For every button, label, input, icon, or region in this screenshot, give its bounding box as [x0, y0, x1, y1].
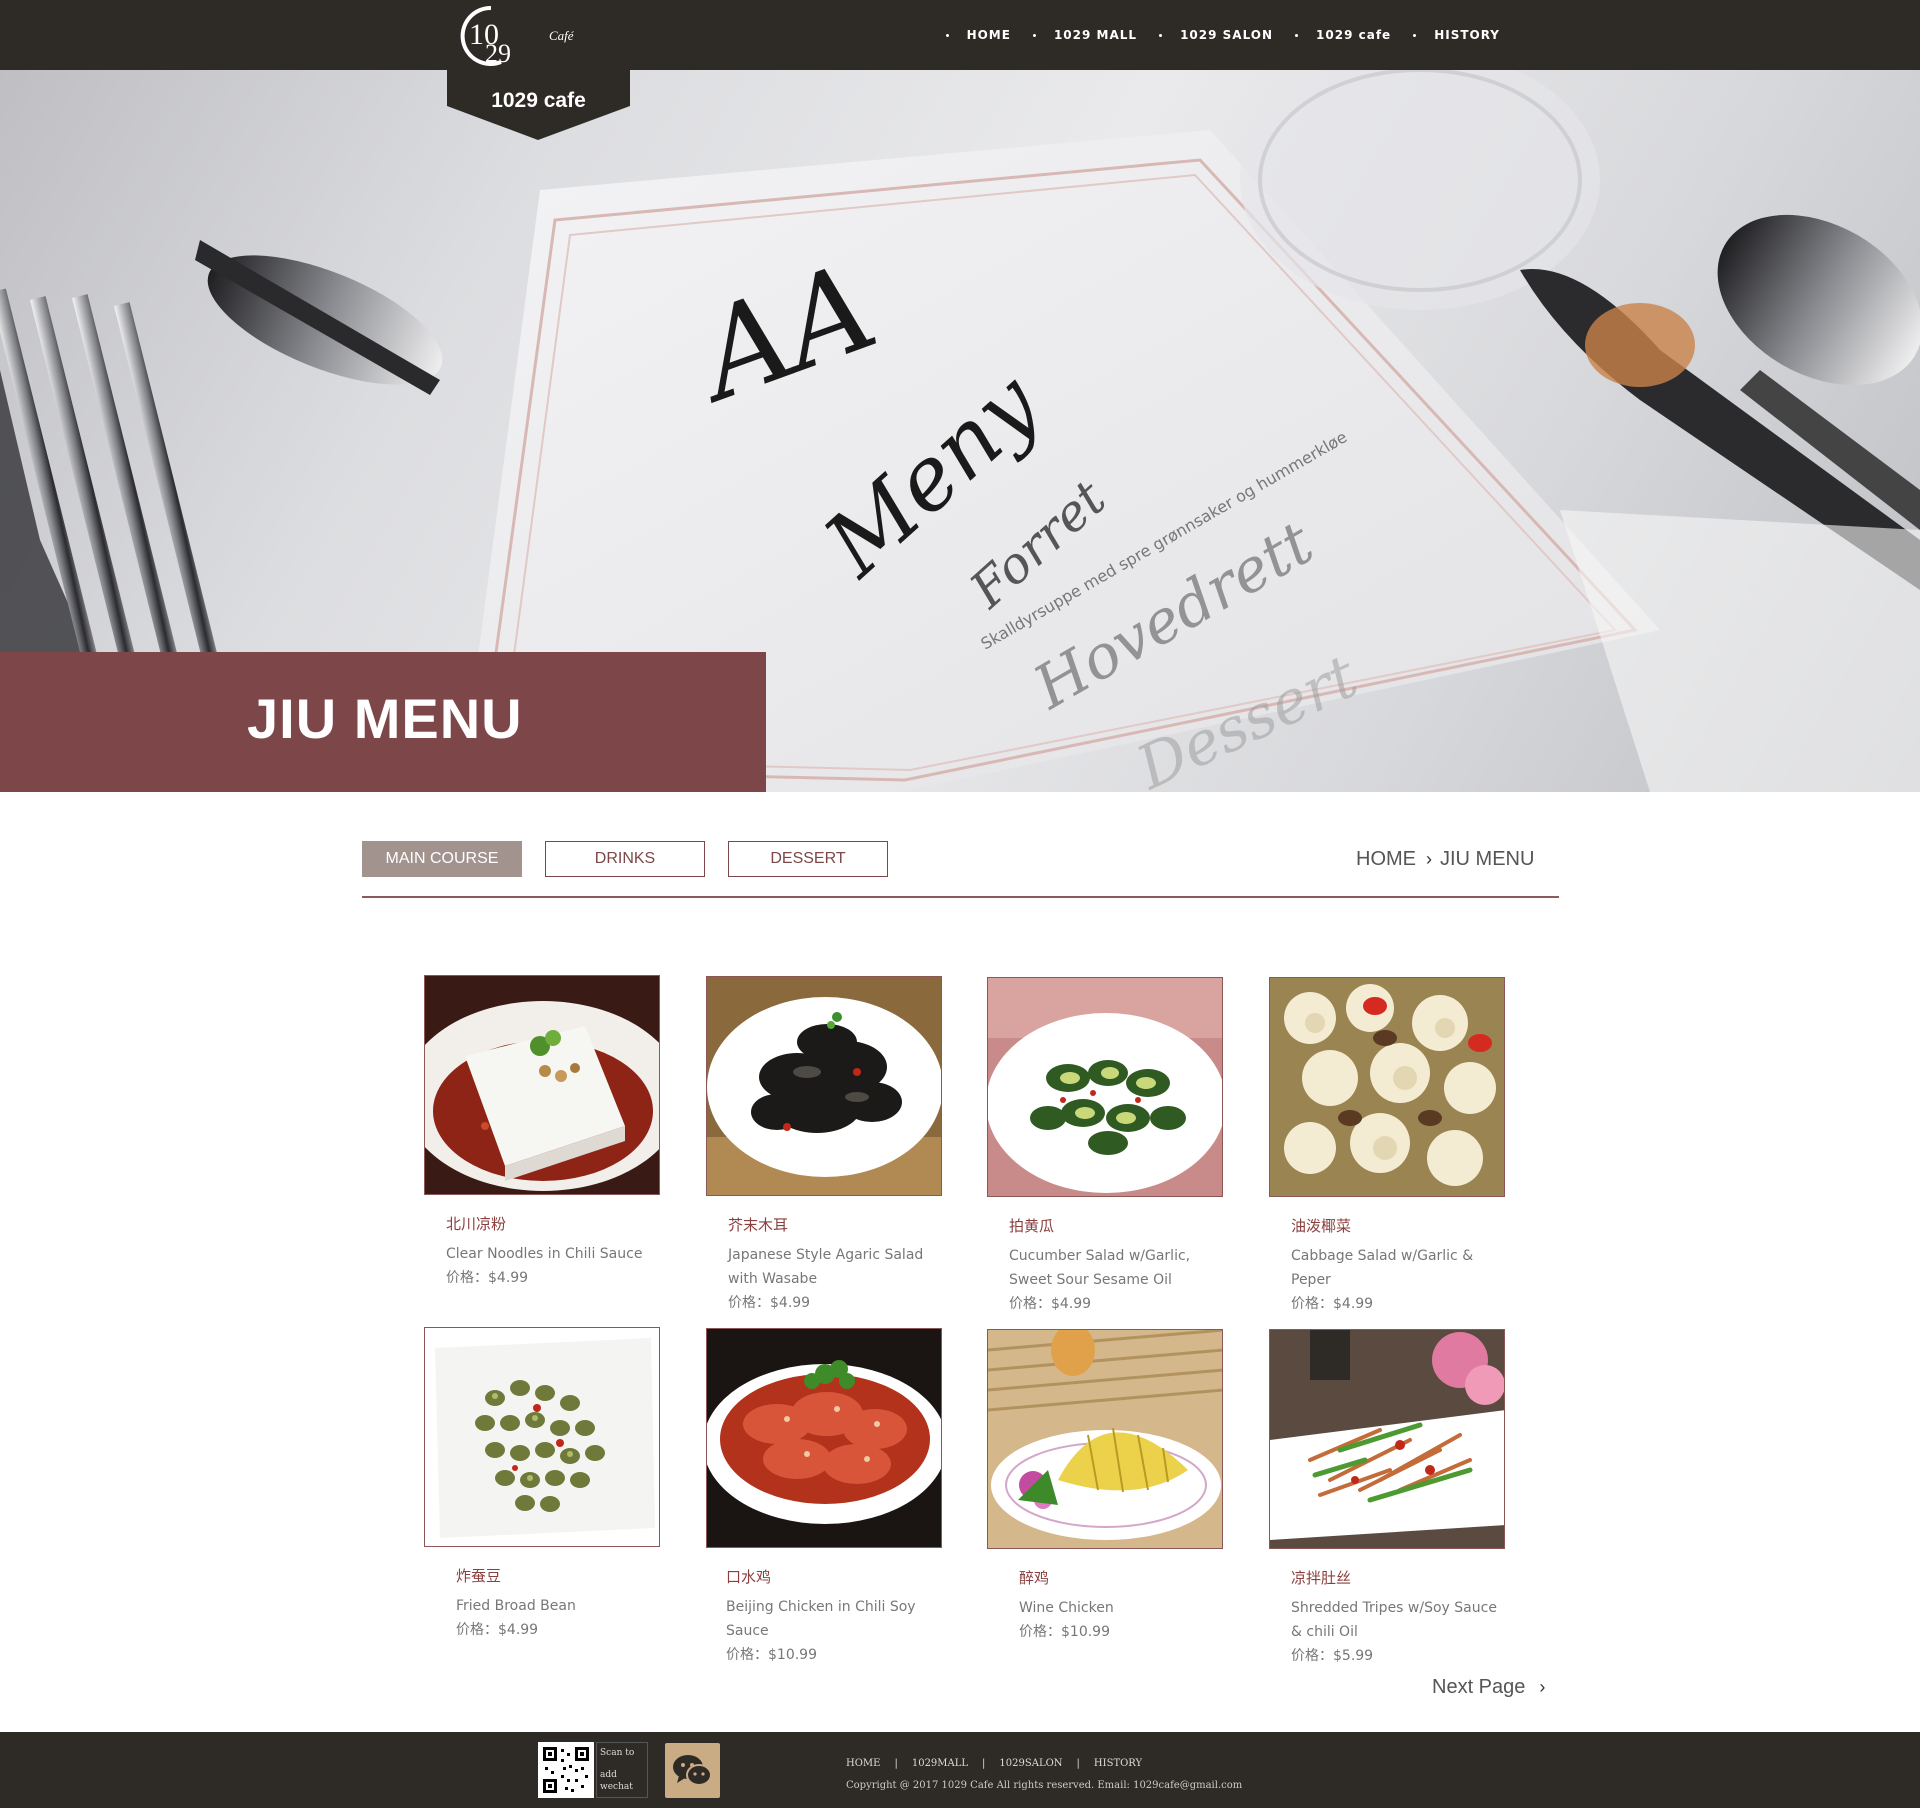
- product-name-cn[interactable]: 拍黄瓜: [1009, 1215, 1223, 1236]
- product-price: 价格：$4.99: [1291, 1296, 1374, 1312]
- product-name-en: Wine Chicken: [1019, 1600, 1114, 1616]
- nav-item-cafe[interactable]: 1029 cafe: [1295, 28, 1391, 42]
- dish-clear-noodles-icon[interactable]: [424, 975, 660, 1195]
- nav-label: HOME: [966, 28, 1011, 42]
- next-page-link[interactable]: Next Page ›: [1432, 1676, 1545, 1699]
- footer: Scan to add wechat HOME | 1029MALL | 102…: [0, 1732, 1920, 1808]
- product-price: 价格：$4.99: [456, 1622, 539, 1638]
- product-name-cn[interactable]: 凉拌肚丝: [1291, 1567, 1505, 1588]
- product-name-cn[interactable]: 芥末木耳: [728, 1214, 942, 1235]
- product-card[interactable]: 油泼椰菜 Cabbage Salad w/Garlic & Peper 价格：$…: [1269, 977, 1505, 1316]
- copyright: Copyright @ 2017 1029 Cafe All rights re…: [846, 1780, 1243, 1791]
- dish-agaric-salad-icon[interactable]: [706, 976, 942, 1196]
- divider: [362, 896, 1559, 898]
- nav-bullet-icon: [945, 33, 949, 37]
- chevron-right-icon: ›: [1426, 849, 1432, 869]
- nav-label: 1029 MALL: [1053, 28, 1138, 42]
- product-card[interactable]: 芥末木耳 Japanese Style Agaric Salad with Wa…: [706, 976, 942, 1315]
- product-price: 价格：$10.99: [726, 1647, 817, 1663]
- wechat-icon[interactable]: [665, 1743, 720, 1798]
- product-name-en: Clear Noodles in Chili Sauce: [446, 1246, 643, 1262]
- dish-broad-bean-icon[interactable]: [424, 1327, 660, 1547]
- breadcrumb-current: JIU MENU: [1440, 848, 1535, 870]
- product-name-en: Shredded Tripes w/Soy Sauce & chili Oil: [1291, 1600, 1497, 1640]
- logo-mark-icon: 10 29: [460, 5, 511, 68]
- dish-chili-chicken-icon[interactable]: [706, 1328, 942, 1548]
- breadcrumb: HOME › JIU MENU: [1356, 848, 1534, 871]
- qr-code-icon: [538, 1742, 594, 1798]
- product-name-cn[interactable]: 口水鸡: [726, 1566, 942, 1587]
- qr-label-line: Scan to: [600, 1748, 635, 1758]
- nav-label: HISTORY: [1434, 28, 1500, 42]
- product-price: 价格：$4.99: [728, 1295, 811, 1311]
- product-card[interactable]: 北川凉粉 Clear Noodles in Chili Sauce 价格：$4.…: [424, 975, 660, 1290]
- product-name-en: Cucumber Salad w/Garlic, Sweet Sour Sesa…: [1009, 1248, 1191, 1288]
- logo-digits-bottom: 29: [485, 39, 511, 68]
- product-name-en: Japanese Style Agaric Salad with Wasabe: [728, 1247, 924, 1287]
- product-name-cn[interactable]: 北川凉粉: [446, 1213, 660, 1234]
- hero-title-box: JIU MENU: [0, 652, 766, 792]
- nav-bullet-icon: [1295, 33, 1299, 37]
- product-price: 价格：$5.99: [1291, 1648, 1374, 1664]
- dish-cucumber-salad-icon[interactable]: [987, 977, 1223, 1197]
- product-name-cn[interactable]: 油泼椰菜: [1291, 1215, 1505, 1236]
- tab-drinks[interactable]: DRINKS: [545, 841, 705, 877]
- nav-item-salon[interactable]: 1029 SALON: [1159, 28, 1273, 42]
- top-navbar: HOME 1029 MALL 1029 SALON 1029 cafe HIST…: [0, 0, 1920, 70]
- dish-wine-chicken-icon[interactable]: [987, 1329, 1223, 1549]
- nav-item-history[interactable]: HISTORY: [1413, 28, 1500, 42]
- product-price: 价格：$4.99: [1009, 1296, 1092, 1312]
- nav-label: 1029 SALON: [1180, 28, 1274, 42]
- dish-cabbage-salad-icon[interactable]: [1269, 977, 1505, 1197]
- logo-cafe-small: Café: [549, 28, 574, 43]
- footer-link-home[interactable]: HOME: [846, 1758, 880, 1769]
- nav-item-home[interactable]: HOME: [945, 28, 1011, 42]
- tab-main-course[interactable]: MAIN COURSE: [362, 841, 522, 877]
- footer-link-mall[interactable]: 1029MALL: [912, 1758, 968, 1769]
- product-name-en: Fried Broad Bean: [456, 1598, 576, 1614]
- breadcrumb-home[interactable]: HOME: [1356, 848, 1416, 871]
- hero-banner: AA Meny Forret Skalldyrsuppe med spre gr…: [0, 70, 1920, 792]
- product-name-cn[interactable]: 炸蚕豆: [456, 1565, 660, 1586]
- nav-bullet-icon: [1413, 33, 1417, 37]
- category-tabs: MAIN COURSE DRINKS DESSERT: [362, 841, 911, 877]
- separator: |: [982, 1758, 986, 1769]
- product-card[interactable]: 炸蚕豆 Fried Broad Bean 价格：$4.99: [424, 1327, 660, 1642]
- nav-label: 1029 cafe: [1316, 28, 1392, 42]
- qr-label-line: add wechat: [600, 1770, 633, 1792]
- product-price: 价格：$10.99: [1019, 1624, 1110, 1640]
- nav-bullet-icon: [1159, 33, 1163, 37]
- footer-links: HOME | 1029MALL | 1029SALON | HISTORY: [846, 1758, 1142, 1769]
- product-price: 价格：$4.99: [446, 1270, 529, 1286]
- product-card[interactable]: 醉鸡 Wine Chicken 价格：$10.99: [987, 1329, 1223, 1644]
- nav-bullet-icon: [1032, 33, 1036, 37]
- separator: |: [1076, 1758, 1080, 1769]
- separator: |: [894, 1758, 898, 1769]
- product-card[interactable]: 凉拌肚丝 Shredded Tripes w/Soy Sauce & chili…: [1269, 1329, 1505, 1668]
- next-page-label: Next Page: [1432, 1676, 1526, 1698]
- main-nav: HOME 1029 MALL 1029 SALON 1029 cafe HIST…: [924, 0, 1500, 70]
- dish-shredded-tripes-icon[interactable]: [1269, 1329, 1505, 1549]
- product-card[interactable]: 拍黄瓜 Cucumber Salad w/Garlic, Sweet Sour …: [987, 977, 1223, 1316]
- product-name-en: Beijing Chicken in Chili Soy Sauce: [726, 1599, 916, 1639]
- footer-link-salon[interactable]: 1029SALON: [999, 1758, 1062, 1769]
- logo-text: 1029 cafe: [491, 89, 586, 112]
- page-title: JIU MENU: [247, 687, 523, 750]
- nav-item-mall[interactable]: 1029 MALL: [1032, 28, 1138, 42]
- product-name-cn[interactable]: 醉鸡: [1019, 1567, 1223, 1588]
- logo[interactable]: 10 29 Café 1029 cafe: [447, 0, 630, 140]
- tab-dessert[interactable]: DESSERT: [728, 841, 888, 877]
- footer-link-history[interactable]: HISTORY: [1094, 1758, 1142, 1769]
- product-name-en: Cabbage Salad w/Garlic & Peper: [1291, 1248, 1474, 1288]
- qr-label: Scan to add wechat: [596, 1742, 648, 1798]
- product-card[interactable]: 口水鸡 Beijing Chicken in Chili Soy Sauce 价…: [706, 1328, 942, 1667]
- chevron-right-icon: ›: [1539, 1677, 1546, 1697]
